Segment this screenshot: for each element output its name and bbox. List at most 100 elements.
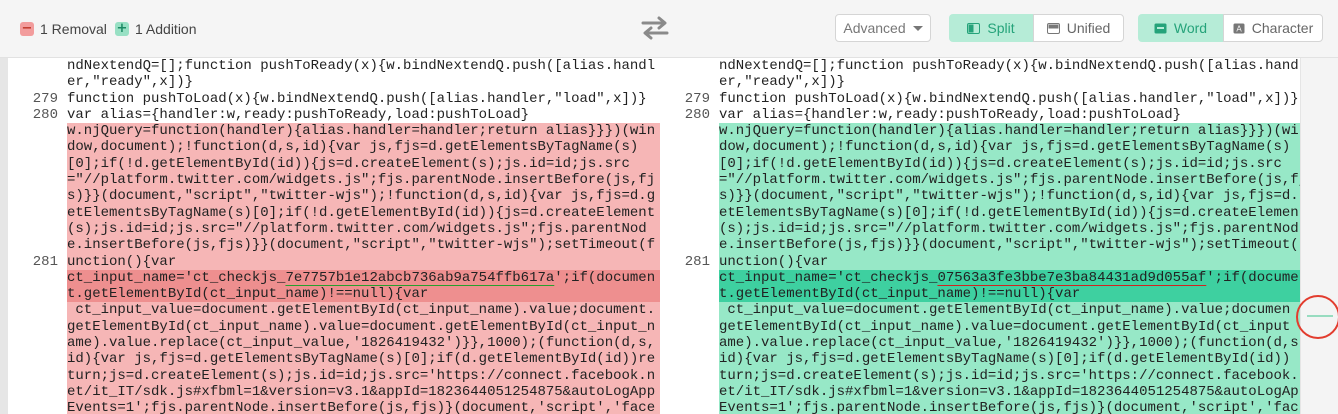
line-text-prefix: ct_input_name='ct_checkjs_ [67, 269, 286, 286]
code-line: 281 unction(){var [660, 253, 1300, 270]
line-text: ct_input_value=document.getElementById(c… [719, 302, 1300, 319]
code-line: ="//platform.twitter.com/widgets.js";fjs… [8, 172, 660, 189]
line-number [8, 188, 67, 204]
code-line: ame).value.replace(ct_input_value,'18264… [660, 335, 1300, 352]
line-number [660, 156, 719, 172]
split-label: Split [987, 20, 1015, 36]
line-number [8, 400, 67, 414]
code-line: w.njQuery=function(handler){alias.handle… [8, 123, 660, 140]
line-number [8, 302, 67, 318]
code-line: s)}}(document,"script","twitter-wjs");!f… [8, 188, 660, 205]
code-line: er,"ready",x])} [8, 74, 660, 90]
code-line: (s);js.id=id;js.src="//platform.twitter.… [8, 220, 660, 238]
code-line: e.insertBefore(js,fjs)}}(document,"scrip… [660, 237, 1300, 254]
line-number [660, 270, 719, 286]
code-line: 280 var alias={handler:w,ready:pushToRead… [8, 107, 660, 123]
addition-count: + 1 Addition [115, 21, 197, 37]
word-label: Word [1173, 20, 1208, 36]
unified-view-button[interactable]: Unified [1033, 14, 1124, 42]
character-label: Character [1251, 20, 1314, 36]
code-line: ct_input_name='ct_checkjs_07563a3fe3bbe7… [660, 269, 1300, 287]
line-number [660, 400, 719, 414]
minus-icon: − [20, 21, 34, 36]
line-number [660, 384, 719, 400]
code-line: 279 function pushToLoad(x){w.bindNextendQ… [660, 91, 1300, 107]
plus-icon: + [115, 21, 129, 36]
split-view-button[interactable]: Split [949, 14, 1033, 42]
word-diff-button[interactable]: Word [1138, 14, 1223, 42]
code-line: [0];if(!d.getElementById(id)){js=d.creat… [660, 155, 1300, 173]
line-text: w.njQuery=function(handler){alias.handle… [719, 123, 1300, 140]
line-number [660, 74, 719, 90]
line-number [660, 319, 719, 335]
line-text: ame).value.replace(ct_input_value,'18264… [719, 335, 1300, 352]
line-text-prefix: ct_input_name='ct_checkjs_ [719, 269, 938, 286]
removal-count: − 1 Removal [20, 21, 107, 37]
line-number [8, 237, 67, 253]
line-number [660, 351, 719, 367]
code-line: t.getElementById(ct_input_name)!==null){… [660, 286, 1300, 303]
code-line: ndNextendQ=[];function pushToReady(x){w.… [8, 58, 660, 74]
swap-icon[interactable] [640, 15, 670, 41]
line-number [660, 237, 719, 253]
line-text: var alias={handler:w,ready:pushToReady,l… [67, 106, 530, 123]
code-line: dow,document);!function(d,s,id){var js,f… [660, 139, 1300, 156]
code-line: id){var js,fjs=d.getElementsByTagName(s)… [660, 351, 1300, 368]
line-text: e.insertBefore(js,fjs)}}(document,"scrip… [67, 237, 660, 254]
character-diff-button[interactable]: A Character [1223, 14, 1323, 42]
line-text: function pushToLoad(x){w.bindNextendQ.pu… [719, 90, 1299, 107]
line-number [660, 302, 719, 318]
line-text: ct_input_name='ct_checkjs_7e7757b1e12abc… [67, 269, 660, 287]
line-number [660, 335, 719, 351]
code-line: getElementById(ct_input_name).value=docu… [8, 318, 660, 336]
line-text: Events=1';fjs.parentNode.insertBefore(js… [67, 400, 660, 414]
line-number [8, 205, 67, 221]
code-line: ct_input_value=document.getElementById(c… [8, 302, 660, 319]
line-number: 281 [684, 253, 710, 270]
line-number [660, 139, 719, 155]
line-text: ame).value.replace(ct_input_value,'18264… [67, 335, 660, 352]
line-text-suffix: ';if(documen [554, 269, 656, 286]
code-line: ndNextendQ=[];function pushToReady(x){w.… [660, 58, 1300, 74]
line-text: s)}}(document,"script","twitter-wjs");!f… [67, 188, 660, 205]
line-number [660, 205, 719, 221]
character-icon: A [1233, 23, 1245, 33]
line-text: ="//platform.twitter.com/widgets.js";fjs… [67, 172, 660, 189]
advanced-dropdown[interactable]: Advanced [835, 14, 931, 42]
line-text: e.insertBefore(js,fjs)}}(document,"scrip… [719, 237, 1300, 254]
line-number: 281 [32, 253, 58, 270]
diff-minimap[interactable] [1300, 58, 1338, 414]
line-number [8, 351, 67, 367]
line-text: etElementsByTagName(s)[0];if(!d.getEleme… [67, 204, 660, 221]
code-line: turn;js=d.createElement(s);js.id=id;js.s… [660, 367, 1300, 384]
line-number [660, 221, 719, 237]
code-line: t.getElementById(ct_input_name)!==null){… [8, 286, 660, 303]
line-number [8, 123, 67, 139]
original-lines: ndNextendQ=[];function pushToReady(x){w.… [8, 58, 660, 414]
line-text: s)}}(document,"script","twitter-wjs");!f… [719, 188, 1300, 205]
line-text: er,"ready",x])} [719, 74, 846, 91]
line-text: id){var js,fjs=d.getElementsByTagName(s)… [67, 351, 660, 368]
line-text: getElementById(ct_input_name).value=docu… [67, 318, 660, 336]
line-number [8, 74, 67, 90]
line-number: 280 [684, 106, 710, 123]
line-number: 280 [32, 106, 58, 123]
line-text: Events=1';fjs.parentNode.insertBefore(js… [719, 400, 1300, 414]
line-text: er,"ready",x])} [67, 74, 194, 91]
modified-lines: ndNextendQ=[];function pushToReady(x){w.… [660, 58, 1300, 414]
chevron-down-icon [912, 25, 923, 31]
code-line: w.njQuery=function(handler){alias.handle… [660, 123, 1300, 140]
line-text: ct_input_value=document.getElementById(c… [67, 302, 660, 319]
line-text: var alias={handler:w,ready:pushToReady,l… [719, 106, 1182, 123]
code-line: ="//platform.twitter.com/widgets.js";fjs… [660, 172, 1300, 189]
line-text: et/it_IT/sdk.js#xfbml=1&version=v3.1&app… [67, 383, 660, 401]
code-line: id){var js,fjs=d.getElementsByTagName(s)… [8, 351, 660, 368]
line-number: 279 [32, 90, 58, 107]
code-line: er,"ready",x])} [660, 74, 1300, 90]
line-text: unction(){var [67, 253, 660, 270]
line-number: 279 [684, 90, 710, 107]
highlight-circle-annotation [1296, 295, 1338, 339]
line-text: (s);js.id=id;js.src="//platform.twitter.… [67, 220, 660, 238]
code-line: etElementsByTagName(s)[0];if(!d.getEleme… [660, 204, 1300, 221]
code-line: s)}}(document,"script","twitter-wjs");!f… [660, 188, 1300, 205]
